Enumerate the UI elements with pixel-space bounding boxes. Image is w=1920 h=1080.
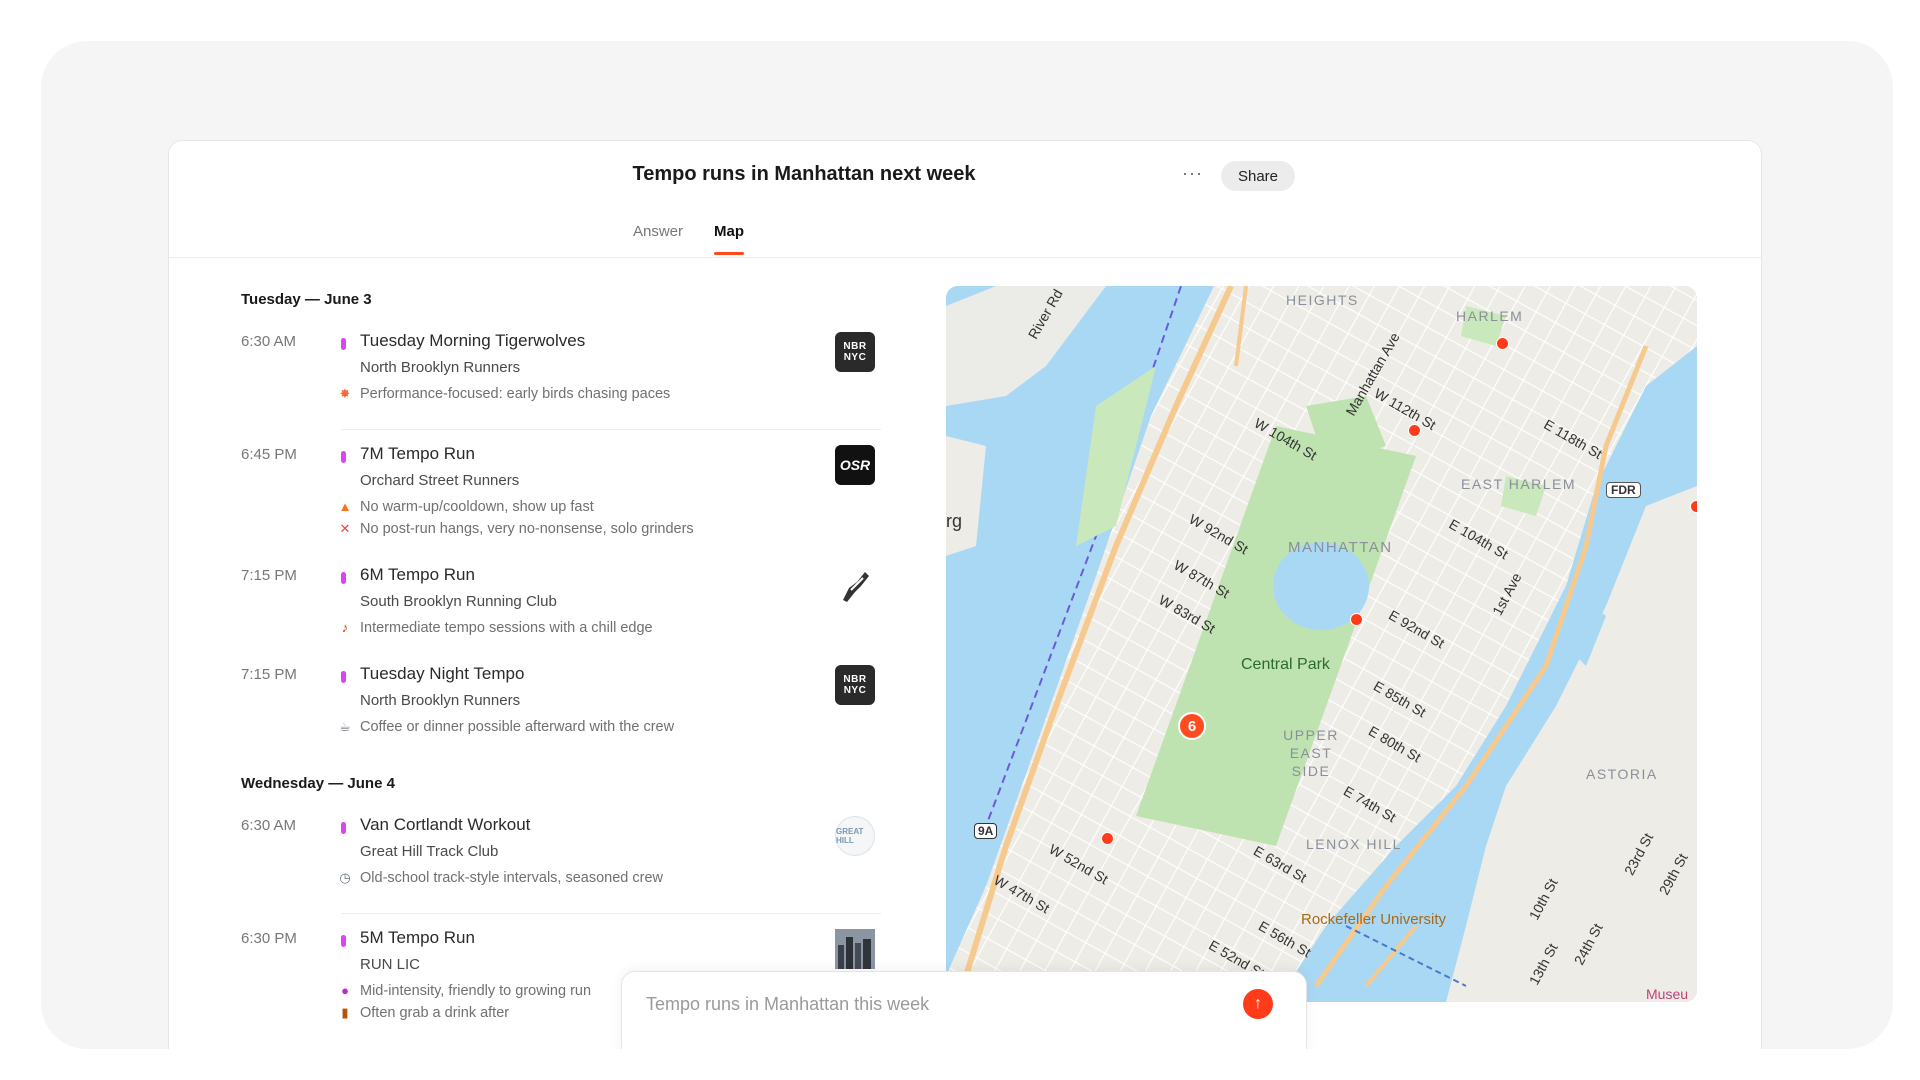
event-time: 6:45 PM bbox=[241, 446, 297, 463]
club-logo: OSR bbox=[835, 445, 875, 485]
map-area-label: MANHATTAN bbox=[1288, 539, 1393, 556]
event-name: Tuesday Night Tempo bbox=[360, 664, 525, 683]
map-pin[interactable] bbox=[1101, 832, 1114, 845]
event-time: 7:15 PM bbox=[241, 666, 297, 683]
map-pin[interactable] bbox=[1496, 337, 1509, 350]
runner-logo-icon bbox=[843, 572, 869, 602]
coffee-icon: ☕ bbox=[339, 719, 351, 734]
map-cluster[interactable]: 6 bbox=[1178, 712, 1206, 740]
fire-icon: ▲ bbox=[338, 499, 352, 514]
skyline-photo-icon bbox=[835, 929, 875, 969]
club-name: Great Hill Track Club bbox=[360, 843, 499, 860]
event-name: 5M Tempo Run bbox=[360, 928, 475, 947]
query-bar: ↑ bbox=[621, 971, 1307, 1049]
arrow-up-icon: ↑ bbox=[1254, 995, 1262, 1012]
query-input[interactable] bbox=[646, 990, 1206, 1018]
club-name: Orchard Street Runners bbox=[360, 472, 520, 489]
event-time: 6:30 PM bbox=[241, 930, 297, 947]
tab-map[interactable]: Map bbox=[714, 223, 744, 255]
map-area-label: UPPER EAST SIDE bbox=[1283, 727, 1339, 779]
event-note: Intermediate tempo sessions with a chill… bbox=[360, 620, 653, 636]
guitar-icon: ♪ bbox=[341, 620, 349, 635]
stopwatch-icon: ◷ bbox=[339, 870, 351, 885]
event-marker bbox=[341, 451, 346, 463]
map-place-label: Central Park bbox=[1241, 656, 1330, 673]
app-window: Tempo runs in Manhattan next week ··· Sh… bbox=[168, 140, 1762, 1049]
map-route-shield: 9A bbox=[974, 823, 998, 839]
event-marker bbox=[341, 822, 346, 834]
map-area-label: ASTORIA bbox=[1586, 766, 1658, 782]
map-area-label: LENOX HILL bbox=[1306, 836, 1402, 852]
event-note: Performance-focused: early birds chasing… bbox=[360, 386, 671, 402]
map-pin[interactable] bbox=[1690, 500, 1697, 513]
event-name: 6M Tempo Run bbox=[360, 565, 475, 584]
club-logo: GREAT HILL bbox=[835, 816, 875, 856]
send-button[interactable]: ↑ bbox=[1243, 989, 1273, 1019]
map-place-label: Rockefeller University bbox=[1301, 911, 1447, 928]
map-area-label: EAST HARLEM bbox=[1461, 476, 1577, 492]
club-name: North Brooklyn Runners bbox=[360, 359, 521, 376]
event-time: 6:30 AM bbox=[241, 333, 297, 350]
map-pin[interactable] bbox=[1408, 424, 1421, 437]
map-area-label: HEIGHTS bbox=[1286, 292, 1359, 308]
event-note: Often grab a drink after bbox=[360, 1005, 510, 1021]
map-area-label: HARLEM bbox=[1456, 308, 1524, 324]
event-time: 7:15 PM bbox=[241, 567, 297, 584]
event-note: No post-run hangs, very no-nonsense, sol… bbox=[360, 521, 694, 537]
burst-icon: ✸ bbox=[339, 386, 351, 401]
map-road-shield: FDR bbox=[1606, 482, 1641, 498]
club-name: RUN LIC bbox=[360, 956, 421, 973]
event-note: Coffee or dinner possible afterward with… bbox=[360, 719, 675, 735]
club-logo bbox=[835, 929, 875, 969]
tab-answer[interactable]: Answer bbox=[633, 223, 683, 240]
list-item[interactable]: 6:45 PM 7M Tempo Run Orchard Street Runn… bbox=[241, 442, 881, 552]
club-name: South Brooklyn Running Club bbox=[360, 593, 557, 610]
map-place-label: Museu bbox=[1646, 986, 1689, 1002]
map-view[interactable]: River Rd HEIGHTS HARLEM Manhattan Ave W … bbox=[946, 286, 1697, 1002]
map-pin[interactable] bbox=[1350, 613, 1363, 626]
club-logo: NBR NYC bbox=[835, 332, 875, 372]
circle-icon: ● bbox=[341, 983, 349, 998]
list-item[interactable]: 7:15 PM 6M Tempo Run South Brooklyn Runn… bbox=[241, 563, 881, 643]
event-marker bbox=[341, 935, 346, 947]
event-marker bbox=[341, 572, 346, 584]
club-logo bbox=[835, 566, 875, 606]
map-canvas bbox=[946, 286, 1697, 1002]
event-note: Old-school track-style intervals, season… bbox=[360, 870, 664, 886]
divider bbox=[341, 429, 881, 430]
divider bbox=[341, 913, 881, 914]
more-options-button[interactable]: ··· bbox=[1182, 163, 1203, 184]
event-note: Mid-intensity, friendly to growing run bbox=[360, 983, 592, 999]
event-list: Tuesday — June 3 6:30 AM Tuesday Morning… bbox=[241, 261, 881, 1049]
beer-icon: ▮ bbox=[341, 1005, 349, 1020]
event-name: Van Cortlandt Workout bbox=[360, 815, 531, 834]
share-button[interactable]: Share bbox=[1221, 161, 1295, 191]
event-name: 7M Tempo Run bbox=[360, 444, 475, 463]
event-time: 6:30 AM bbox=[241, 817, 297, 834]
club-logo: NBR NYC bbox=[835, 665, 875, 705]
day-heading: Tuesday — June 3 bbox=[241, 291, 372, 308]
map-street-label: rg bbox=[946, 511, 963, 531]
event-name: Tuesday Morning Tigerwolves bbox=[360, 331, 586, 350]
tab-bar: Answer Map bbox=[169, 223, 1761, 258]
list-item[interactable]: 6:30 AM Tuesday Morning Tigerwolves Nort… bbox=[241, 329, 881, 429]
list-item[interactable]: 6:30 AM Van Cortlandt Workout Great Hill… bbox=[241, 813, 881, 913]
event-marker bbox=[341, 671, 346, 683]
event-note: No warm-up/cooldown, show up fast bbox=[360, 499, 594, 515]
club-name: North Brooklyn Runners bbox=[360, 692, 521, 709]
day-heading: Wednesday — June 4 bbox=[241, 775, 395, 792]
list-item[interactable]: 7:15 PM Tuesday Night Tempo North Brookl… bbox=[241, 662, 881, 742]
event-marker bbox=[341, 338, 346, 350]
cross-icon: ✕ bbox=[339, 521, 351, 536]
